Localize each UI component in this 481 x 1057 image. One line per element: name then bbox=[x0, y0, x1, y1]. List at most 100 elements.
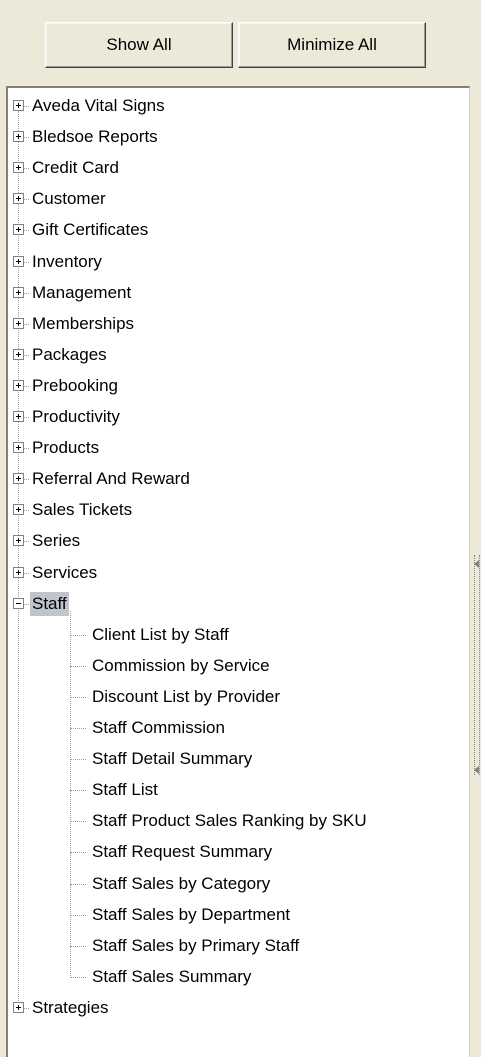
expand-toggle-icon[interactable] bbox=[13, 193, 24, 205]
splitter-handle[interactable] bbox=[474, 555, 480, 775]
expand-toggle-icon[interactable] bbox=[13, 411, 24, 422]
collapse-toggle-icon[interactable] bbox=[13, 597, 24, 609]
tree-connector bbox=[24, 385, 29, 387]
tree-category-label[interactable]: Referral And Reward bbox=[30, 467, 192, 491]
tree-report-item[interactable]: Staff Sales Summary bbox=[8, 962, 469, 993]
tree-report-item[interactable]: Staff Sales by Department bbox=[8, 900, 469, 931]
tree-report-label[interactable]: Staff List bbox=[90, 778, 160, 802]
tree-category-node[interactable]: Memberships bbox=[8, 309, 469, 340]
tree-report-item[interactable]: Client List by Staff bbox=[8, 620, 469, 651]
tree-connector bbox=[24, 448, 29, 450]
tree-category-node[interactable]: Prebooking bbox=[8, 371, 469, 402]
tree-category-node[interactable]: Customer bbox=[8, 184, 469, 215]
tree-category-label[interactable]: Strategies bbox=[30, 996, 111, 1020]
tree-category-label[interactable]: Products bbox=[30, 436, 101, 460]
tree-category-label[interactable]: Management bbox=[30, 281, 133, 305]
expand-toggle-icon[interactable] bbox=[13, 473, 24, 485]
tree-connector bbox=[70, 759, 86, 761]
tree-category-label[interactable]: Sales Tickets bbox=[30, 498, 134, 522]
tree-category-node[interactable]: Bledsoe Reports bbox=[8, 122, 469, 153]
expand-toggle-icon[interactable] bbox=[13, 100, 24, 111]
tree-category-label[interactable]: Memberships bbox=[30, 312, 136, 336]
tree-report-item[interactable]: Staff Commission bbox=[8, 713, 469, 744]
tree-category-node[interactable]: Products bbox=[8, 433, 469, 464]
tree-connector bbox=[70, 665, 86, 667]
tree-category-label[interactable]: Productivity bbox=[30, 405, 122, 429]
tree-report-item[interactable]: Staff List bbox=[8, 775, 469, 806]
tree-connector bbox=[24, 354, 29, 356]
expand-toggle-icon[interactable] bbox=[13, 566, 24, 578]
tree-category-label[interactable]: Series bbox=[30, 529, 82, 553]
collapse-arrow-icon[interactable] bbox=[474, 766, 479, 774]
minimize-all-button[interactable]: Minimize All bbox=[238, 22, 426, 68]
tree-connector bbox=[24, 261, 29, 263]
tree-category-label[interactable]: Credit Card bbox=[30, 156, 121, 180]
tree-category-label[interactable]: Customer bbox=[30, 187, 108, 211]
tree-category-node[interactable]: Sales Tickets bbox=[8, 495, 469, 526]
expand-toggle-icon[interactable] bbox=[13, 379, 24, 391]
tree-report-label[interactable]: Commission by Service bbox=[90, 654, 272, 678]
tree-report-item[interactable]: Staff Request Summary bbox=[8, 837, 469, 868]
tree-connector bbox=[24, 168, 29, 170]
collapse-arrow-icon[interactable] bbox=[474, 560, 479, 568]
tree-report-label[interactable]: Staff Sales by Category bbox=[90, 872, 272, 896]
tree-category-label[interactable]: Inventory bbox=[30, 250, 104, 274]
tree-report-item[interactable]: Discount List by Provider bbox=[8, 682, 469, 713]
tree-category-node[interactable]: Aveda Vital Signs bbox=[8, 91, 469, 122]
tree-report-label[interactable]: Discount List by Provider bbox=[90, 685, 282, 709]
tree-connector bbox=[70, 883, 86, 885]
expand-toggle-icon[interactable] bbox=[13, 224, 24, 236]
tree-category-label[interactable]: Packages bbox=[30, 343, 109, 367]
tree-category-node[interactable]: Productivity bbox=[8, 402, 469, 433]
tree-connector bbox=[70, 852, 86, 854]
tree-report-item[interactable]: Staff Product Sales Ranking by SKU bbox=[8, 806, 469, 837]
show-all-button[interactable]: Show All bbox=[45, 22, 233, 68]
tree-report-item[interactable]: Commission by Service bbox=[8, 651, 469, 682]
tree-category-node[interactable]: Gift Certificates bbox=[8, 215, 469, 246]
expand-toggle-icon[interactable] bbox=[13, 317, 24, 329]
tree-connector bbox=[24, 199, 29, 201]
expand-toggle-icon[interactable] bbox=[13, 348, 24, 360]
tree-report-label[interactable]: Staff Request Summary bbox=[90, 840, 274, 864]
tree-category-node[interactable]: Management bbox=[8, 278, 469, 309]
expand-toggle-icon[interactable] bbox=[13, 162, 24, 174]
tree-connector bbox=[24, 137, 29, 139]
expand-toggle-icon[interactable] bbox=[13, 504, 24, 516]
tree-category-node[interactable]: Referral And Reward bbox=[8, 464, 469, 495]
tree-report-label[interactable]: Staff Sales Summary bbox=[90, 965, 253, 989]
tree-report-label[interactable]: Staff Sales by Department bbox=[90, 903, 292, 927]
tree-report-label[interactable]: Staff Product Sales Ranking by SKU bbox=[90, 809, 369, 833]
tree-report-label[interactable]: Staff Sales by Primary Staff bbox=[90, 934, 301, 958]
tree-report-item[interactable]: Staff Detail Summary bbox=[8, 744, 469, 775]
expand-toggle-icon[interactable] bbox=[13, 286, 24, 298]
tree-category-node[interactable]: Packages bbox=[8, 340, 469, 371]
expand-toggle-icon[interactable] bbox=[13, 255, 24, 267]
tree-category-node[interactable]: Services bbox=[8, 558, 469, 589]
tree-category-node[interactable]: Series bbox=[8, 526, 469, 557]
tree-connector bbox=[24, 603, 29, 605]
expand-toggle-icon[interactable] bbox=[13, 131, 24, 143]
tree-report-item[interactable]: Staff Sales by Category bbox=[8, 869, 469, 900]
tree-connector bbox=[24, 292, 29, 294]
tree-report-label[interactable]: Client List by Staff bbox=[90, 623, 231, 647]
report-tree[interactable]: Aveda Vital Signs Bledsoe Reports Credit C… bbox=[6, 86, 470, 1057]
tree-category-label[interactable]: Gift Certificates bbox=[30, 218, 150, 242]
tree-connector bbox=[24, 510, 29, 512]
tree-report-label[interactable]: Staff Commission bbox=[90, 716, 227, 740]
tree-category-label[interactable]: Bledsoe Reports bbox=[30, 125, 160, 149]
expand-toggle-icon[interactable] bbox=[13, 442, 24, 454]
tree-report-label[interactable]: Staff Detail Summary bbox=[90, 747, 254, 771]
tree-category-label[interactable]: Aveda Vital Signs bbox=[30, 94, 167, 118]
toolbar: Show All Minimize All bbox=[0, 0, 481, 86]
tree-category-label[interactable]: Services bbox=[30, 561, 99, 585]
tree-category-node[interactable]: Staff bbox=[8, 589, 469, 620]
tree-category-label[interactable]: Staff bbox=[30, 591, 69, 616]
tree-category-label[interactable]: Prebooking bbox=[30, 374, 120, 398]
tree-connector bbox=[24, 106, 29, 107]
expand-toggle-icon[interactable] bbox=[13, 1001, 24, 1013]
tree-report-item[interactable]: Staff Sales by Primary Staff bbox=[8, 931, 469, 962]
expand-toggle-icon[interactable] bbox=[13, 535, 24, 547]
tree-category-node[interactable]: Strategies bbox=[8, 993, 469, 1024]
tree-category-node[interactable]: Credit Card bbox=[8, 153, 469, 184]
tree-category-node[interactable]: Inventory bbox=[8, 247, 469, 278]
